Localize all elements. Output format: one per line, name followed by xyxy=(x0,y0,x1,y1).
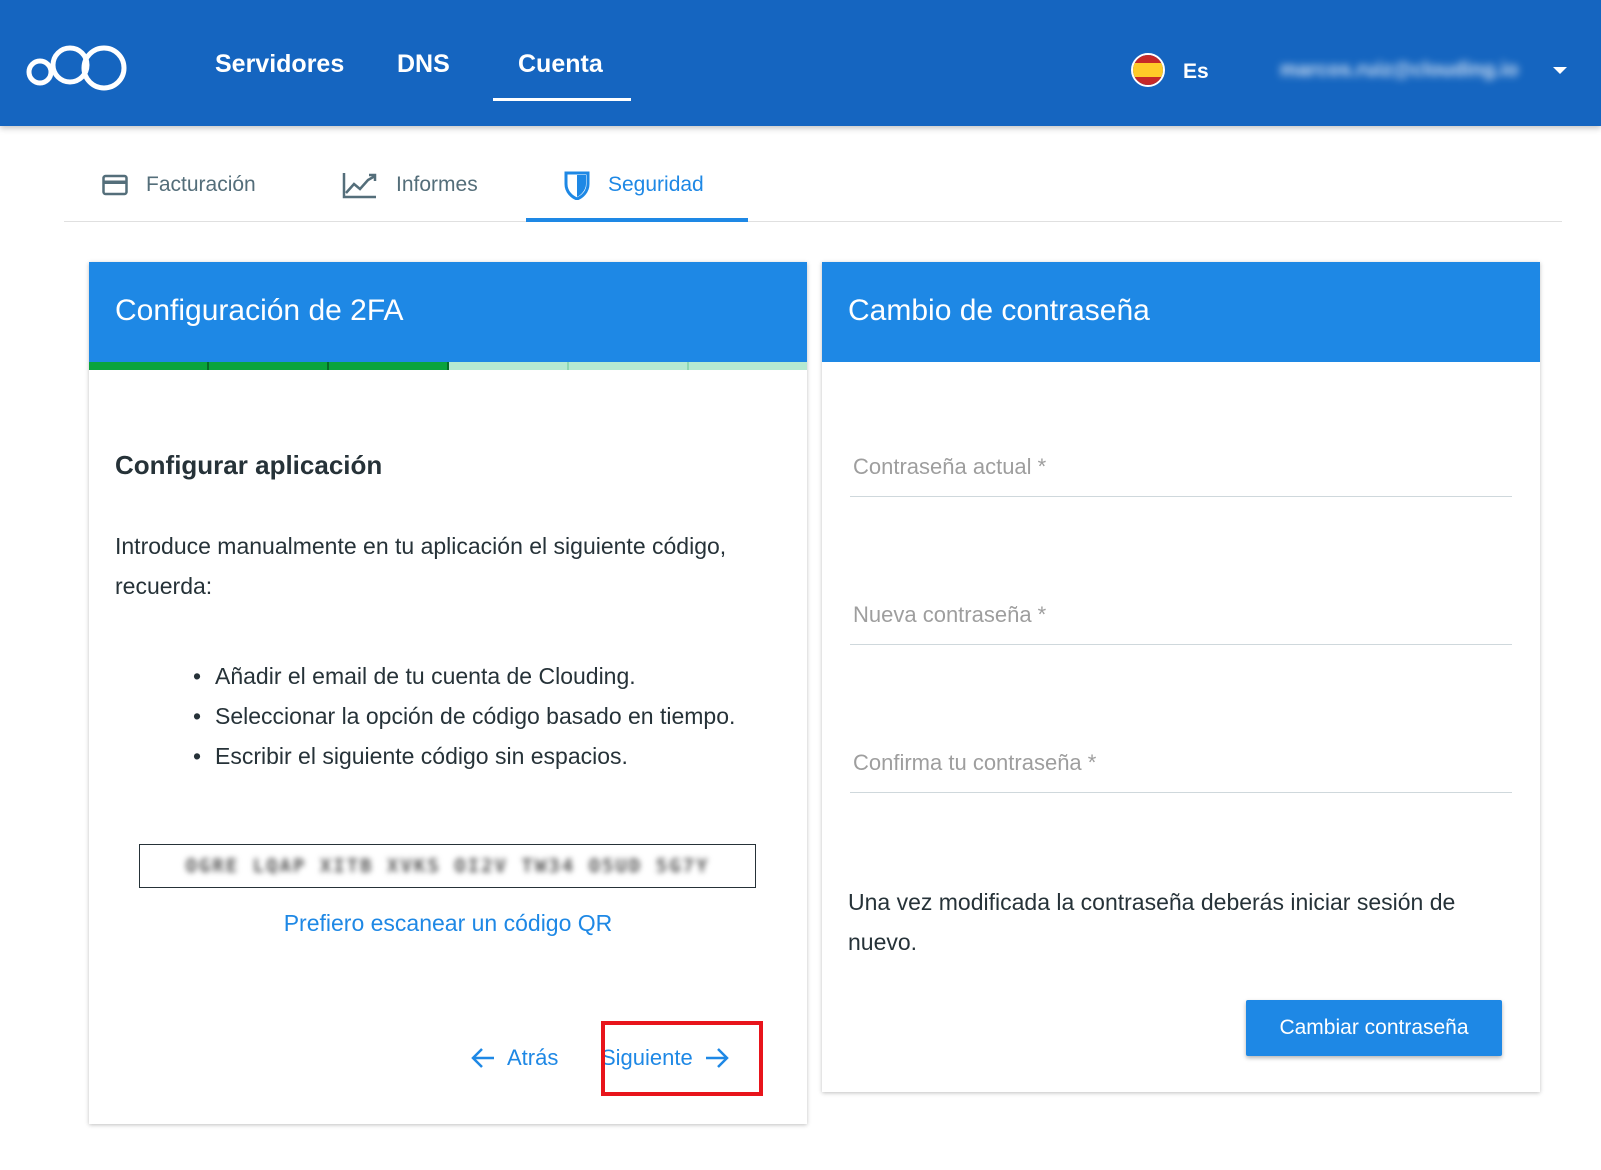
progress-stepper xyxy=(89,362,807,370)
password-card: Cambio de contraseña Una vez modificada … xyxy=(822,262,1540,1092)
chevron-down-icon[interactable] xyxy=(1553,67,1567,74)
step-segment xyxy=(569,362,689,370)
step-segment xyxy=(689,362,807,370)
tab-label: Informes xyxy=(396,173,478,196)
nav-active-indicator xyxy=(493,98,631,101)
language-selector[interactable]: Es xyxy=(1183,60,1209,84)
step-segment xyxy=(329,362,449,370)
tab-seguridad[interactable]: Seguridad xyxy=(564,165,704,205)
card-title: Configuración de 2FA xyxy=(115,294,404,327)
new-password-field xyxy=(850,585,1512,645)
scan-qr-link[interactable]: Prefiero escanear un código QR xyxy=(89,910,807,937)
spain-flag-icon[interactable] xyxy=(1131,53,1165,87)
clouding-logo[interactable] xyxy=(26,38,130,92)
confirm-password-input[interactable] xyxy=(850,741,1512,785)
step-segment xyxy=(89,362,209,370)
list-item: Añadir el email de tu cuenta de Clouding… xyxy=(193,656,775,696)
current-password-input[interactable] xyxy=(850,445,1512,489)
new-password-input[interactable] xyxy=(850,593,1512,637)
tab-active-indicator xyxy=(526,218,748,222)
list-item: Escribir el siguiente código sin espacio… xyxy=(193,736,775,776)
section-title: Configurar aplicación xyxy=(115,450,383,480)
highlight-annotation xyxy=(601,1021,763,1096)
relogin-note: Una vez modificada la contraseña deberás… xyxy=(848,889,1456,955)
secret-code: OGRE LQAP XITB XVKS OI2V TW34 O5UD 5G7Y xyxy=(185,855,710,877)
credit-card-icon xyxy=(102,174,128,196)
change-password-button[interactable]: Cambiar contraseña xyxy=(1246,1000,1502,1056)
step-segment xyxy=(209,362,329,370)
intro-text: Introduce manualmente en tu aplicación e… xyxy=(115,533,727,599)
tab-label: Facturación xyxy=(146,173,256,196)
nav-cuenta[interactable]: Cuenta xyxy=(518,50,603,79)
account-tabs: Facturación Informes Seguridad xyxy=(64,150,1562,222)
back-button[interactable]: Atrás xyxy=(471,1038,558,1078)
confirm-password-field xyxy=(850,733,1512,793)
shield-icon xyxy=(564,170,590,200)
tab-informes[interactable]: Informes xyxy=(342,165,478,205)
current-password-field xyxy=(850,437,1512,497)
card-header: Configuración de 2FA xyxy=(89,262,807,362)
nav-servidores[interactable]: Servidores xyxy=(215,50,344,79)
arrow-left-icon xyxy=(471,1047,495,1069)
chart-line-icon xyxy=(342,171,378,199)
back-label: Atrás xyxy=(507,1045,559,1070)
instruction-list: Añadir el email de tu cuenta de Clouding… xyxy=(193,656,775,776)
list-item: Seleccionar la opción de código basado e… xyxy=(193,696,775,736)
nav-dns[interactable]: DNS xyxy=(397,50,450,79)
tab-facturacion[interactable]: Facturación xyxy=(102,165,256,205)
secret-code-box[interactable]: OGRE LQAP XITB XVKS OI2V TW34 O5UD 5G7Y xyxy=(139,844,756,888)
step-segment xyxy=(449,362,569,370)
twofa-card: Configuración de 2FA Configurar aplicaci… xyxy=(89,262,807,1124)
tab-label: Seguridad xyxy=(608,173,704,196)
top-navbar: Servidores DNS Cuenta Es marcos.ruiz@clo… xyxy=(0,0,1601,126)
card-header: Cambio de contraseña xyxy=(822,262,1540,362)
card-title: Cambio de contraseña xyxy=(848,294,1150,327)
user-email[interactable]: marcos.ruiz@clouding.io xyxy=(1280,59,1518,82)
